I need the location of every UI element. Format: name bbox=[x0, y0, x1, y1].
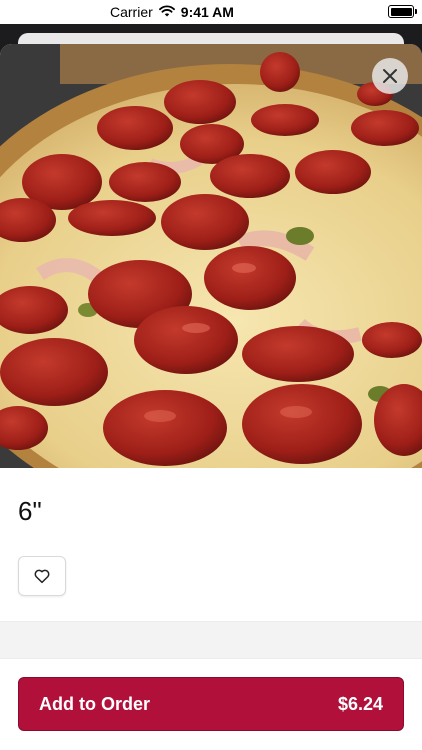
status-time: 9:41 AM bbox=[180, 4, 234, 20]
item-detail-modal: 6" Add to Order $6.24 bbox=[0, 44, 422, 750]
pepperoni-pizza-photo bbox=[0, 44, 422, 468]
battery-icon bbox=[388, 5, 417, 18]
status-left: Carrier 9:41 AM bbox=[110, 4, 234, 20]
wifi-icon bbox=[158, 4, 175, 20]
order-price: $6.24 bbox=[337, 693, 383, 714]
favorite-button[interactable] bbox=[18, 556, 66, 596]
add-to-order-button[interactable]: Add to Order $6.24 bbox=[18, 677, 404, 731]
heart-icon bbox=[34, 569, 50, 584]
carrier-label: Carrier bbox=[110, 4, 153, 20]
add-to-order-label: Add to Order bbox=[39, 693, 150, 714]
order-footer: Add to Order $6.24 bbox=[0, 659, 422, 750]
close-icon bbox=[383, 69, 397, 83]
item-title: 6" bbox=[18, 496, 42, 526]
close-button[interactable] bbox=[372, 58, 408, 94]
divider-band bbox=[0, 621, 422, 659]
status-bar: Carrier 9:41 AM bbox=[0, 0, 422, 24]
